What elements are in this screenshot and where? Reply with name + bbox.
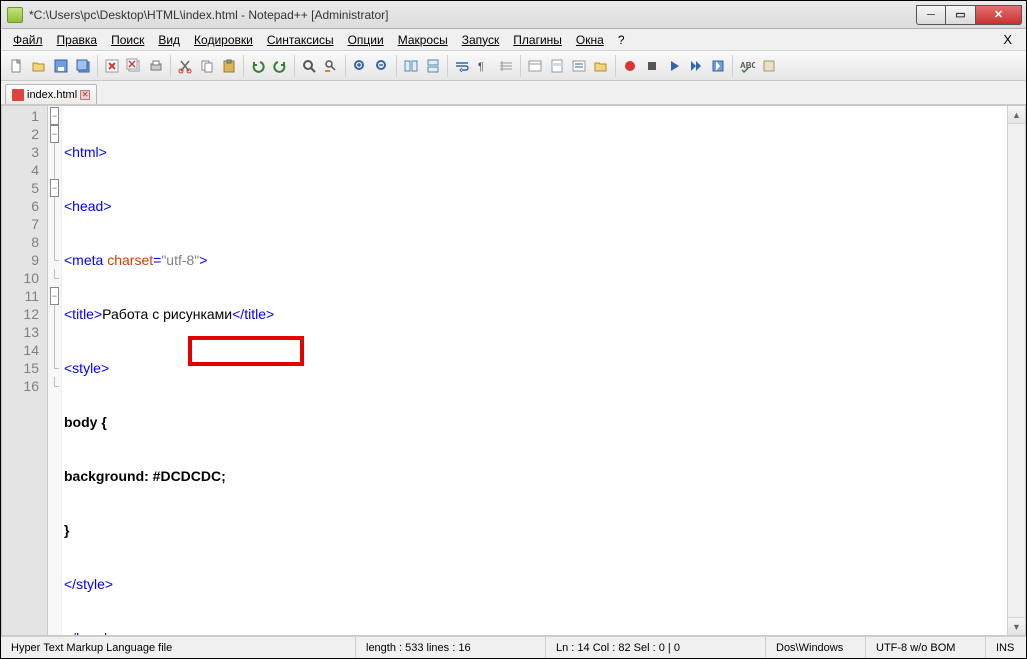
scroll-up-icon[interactable]: ▲ — [1008, 106, 1025, 124]
menu-windows[interactable]: Окна — [570, 31, 610, 49]
menu-run[interactable]: Запуск — [456, 31, 506, 49]
menu-bar: Файл Правка Поиск Вид Кодировки Синтакси… — [1, 29, 1026, 51]
save-all-icon[interactable] — [73, 56, 93, 76]
svg-text:¶: ¶ — [478, 61, 484, 73]
menu-options[interactable]: Опции — [342, 31, 390, 49]
status-length: length : 533 lines : 16 — [356, 637, 546, 658]
undo-icon[interactable] — [248, 56, 268, 76]
sync-v-icon[interactable] — [401, 56, 421, 76]
app-icon — [7, 7, 23, 23]
close-button[interactable]: ✕ — [976, 5, 1022, 25]
window-title: *C:\Users\pc\Desktop\HTML\index.html - N… — [29, 8, 388, 22]
line-number-gutter: 1234 5678 9101112 13141516 — [2, 106, 48, 635]
save-icon[interactable] — [51, 56, 71, 76]
open-file-icon[interactable] — [29, 56, 49, 76]
status-encoding[interactable]: UTF-8 w/o BOM — [866, 637, 986, 658]
status-insert-mode[interactable]: INS — [986, 637, 1026, 658]
file-tab[interactable]: index.html ✕ — [5, 84, 97, 104]
fold-column[interactable]: − − − − — [48, 106, 62, 635]
status-eol[interactable]: Dos\Windows — [766, 637, 866, 658]
sync-h-icon[interactable] — [423, 56, 443, 76]
doc-map-icon[interactable] — [547, 56, 567, 76]
scroll-down-icon[interactable]: ▼ — [1008, 617, 1025, 635]
minimize-button[interactable]: ─ — [916, 5, 946, 25]
folder-view-icon[interactable] — [591, 56, 611, 76]
show-all-chars-icon[interactable]: ¶ — [474, 56, 494, 76]
menu-help[interactable]: ? — [612, 31, 631, 49]
find-icon[interactable] — [299, 56, 319, 76]
menu-macros[interactable]: Макросы — [392, 31, 454, 49]
print-icon[interactable] — [146, 56, 166, 76]
menu-syntax[interactable]: Синтаксисы — [261, 31, 340, 49]
plugin-icon[interactable] — [759, 56, 779, 76]
menubar-close-doc[interactable]: X — [995, 32, 1020, 47]
menu-file[interactable]: Файл — [7, 31, 49, 49]
replace-icon[interactable] — [321, 56, 341, 76]
cut-icon[interactable] — [175, 56, 195, 76]
status-bar: Hyper Text Markup Language file length :… — [1, 636, 1026, 658]
menu-encoding[interactable]: Кодировки — [188, 31, 259, 49]
menu-search[interactable]: Поиск — [105, 31, 150, 49]
menu-edit[interactable]: Правка — [51, 31, 104, 49]
indent-guide-icon[interactable] — [496, 56, 516, 76]
paste-icon[interactable] — [219, 56, 239, 76]
user-lang-icon[interactable] — [525, 56, 545, 76]
status-filetype: Hyper Text Markup Language file — [1, 637, 356, 658]
play-macro-icon[interactable] — [664, 56, 684, 76]
func-list-icon[interactable] — [569, 56, 589, 76]
file-tab-label: index.html — [27, 89, 77, 101]
file-tab-icon — [12, 89, 24, 101]
status-position: Ln : 14 Col : 82 Sel : 0 | 0 — [546, 637, 766, 658]
zoom-in-icon[interactable] — [350, 56, 370, 76]
app-window: *C:\Users\pc\Desktop\HTML\index.html - N… — [0, 0, 1027, 659]
copy-icon[interactable] — [197, 56, 217, 76]
menu-view[interactable]: Вид — [152, 31, 186, 49]
maximize-button[interactable]: ▭ — [946, 5, 976, 25]
title-bar[interactable]: *C:\Users\pc\Desktop\HTML\index.html - N… — [1, 1, 1026, 29]
tab-close-icon[interactable]: ✕ — [80, 90, 90, 100]
tab-bar: index.html ✕ — [1, 81, 1026, 105]
record-macro-icon[interactable] — [620, 56, 640, 76]
close-all-icon[interactable] — [124, 56, 144, 76]
redo-icon[interactable] — [270, 56, 290, 76]
wordwrap-icon[interactable] — [452, 56, 472, 76]
play-multi-icon[interactable] — [686, 56, 706, 76]
editor-area: 1234 5678 9101112 13141516 − − − − — [1, 105, 1026, 636]
close-file-icon[interactable] — [102, 56, 122, 76]
code-editor[interactable]: <html> <head> <meta charset="utf-8"> <ti… — [62, 106, 1007, 635]
spellcheck-icon[interactable]: ABC — [737, 56, 757, 76]
save-macro-icon[interactable] — [708, 56, 728, 76]
toolbar: ¶ ABC — [1, 51, 1026, 81]
vertical-scrollbar[interactable]: ▲ ▼ — [1007, 106, 1025, 635]
menu-plugins[interactable]: Плагины — [507, 31, 568, 49]
stop-macro-icon[interactable] — [642, 56, 662, 76]
zoom-out-icon[interactable] — [372, 56, 392, 76]
new-file-icon[interactable] — [7, 56, 27, 76]
